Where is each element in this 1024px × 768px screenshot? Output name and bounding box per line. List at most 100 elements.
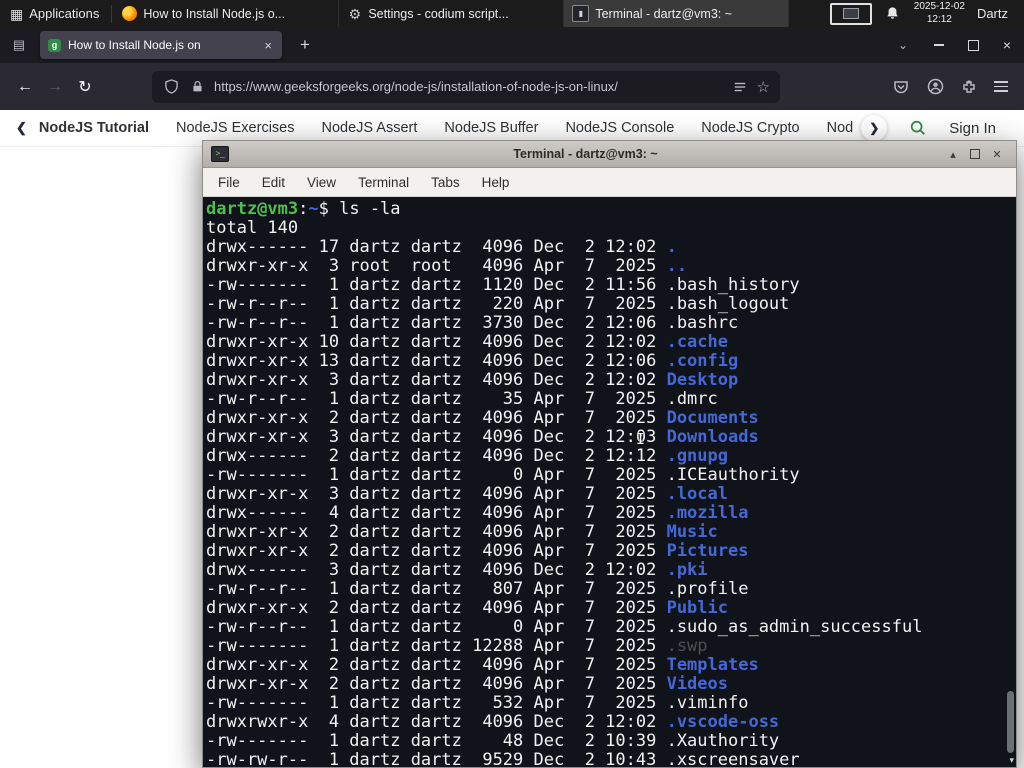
tab-close-icon[interactable]: ×	[262, 37, 274, 54]
reload-button[interactable]: ↻	[70, 72, 100, 102]
site-nav-item[interactable]: NodeJS Tutorial	[39, 120, 149, 136]
reader-view-icon[interactable]	[731, 78, 749, 96]
taskbar-button-label: How to Install Node.js o...	[143, 6, 286, 21]
back-button[interactable]: ←	[10, 72, 40, 102]
browser-tab[interactable]: g How to Install Node.js on ×	[40, 31, 282, 59]
terminal-line: drwxr-xr-x 3 dartz dartz 4096 Apr 7 2025…	[206, 484, 728, 504]
terminal-line: -rw------- 1 dartz dartz 48 Dec 2 10:39 …	[206, 731, 780, 751]
site-nav-item[interactable]: NodeJS Assert	[321, 120, 417, 136]
terminal-title: Terminal - dartz@vm3: ~	[513, 147, 658, 161]
terminal-app-icon: >_	[211, 146, 229, 162]
account-icon[interactable]	[926, 78, 944, 96]
terminal-titlebar[interactable]: >_ Terminal - dartz@vm3: ~ ▴ ✕	[203, 141, 1016, 168]
terminal-task-icon: ▮	[572, 5, 590, 22]
browser-nav-toolbar: ← → ↻ https://www.geeksforgeeks.org/node…	[0, 63, 1024, 110]
terminal-line: drwxr-xr-x 13 dartz dartz 4096 Dec 2 12:…	[206, 351, 739, 371]
applications-grid-icon: ▦	[10, 5, 24, 22]
clock-time: 12:12	[926, 13, 952, 25]
pager-window-icon	[842, 8, 859, 19]
notification-bell-icon[interactable]	[884, 5, 902, 23]
search-icon[interactable]	[909, 119, 927, 137]
terminal-scroll-arrow-icon[interactable]: ▾	[1009, 756, 1014, 765]
terminal-line: drwxr-xr-x 3 dartz dartz 4096 Dec 2 12:0…	[206, 370, 739, 390]
terminal-minimize-button[interactable]: ▴	[942, 145, 964, 163]
terminal-line: -rw-r--r-- 1 dartz dartz 3730 Dec 2 12:0…	[206, 313, 739, 333]
tracking-shield-icon[interactable]	[162, 78, 180, 96]
firefox-view-icon[interactable]: ▤	[6, 32, 32, 58]
terminal-menu-item[interactable]: Terminal	[349, 172, 418, 193]
menu-icon[interactable]	[994, 80, 1008, 93]
terminal-menu-item[interactable]: Tabs	[422, 172, 469, 193]
site-nav-item[interactable]: NodeJS Crypto	[701, 120, 799, 136]
lock-icon[interactable]	[188, 78, 206, 96]
clock-date: 2025-12-02	[913, 1, 965, 12]
terminal-menu-item[interactable]: Help	[473, 172, 519, 193]
terminal-line: drwx------ 2 dartz dartz 4096 Dec 2 12:1…	[206, 446, 728, 466]
site-nav-item[interactable]: NodeJS Console	[565, 120, 674, 136]
tab-title: How to Install Node.js on	[68, 38, 201, 52]
terminal-line: drwxr-xr-x 2 dartz dartz 4096 Apr 7 2025…	[206, 655, 759, 675]
terminal-line: drwxr-xr-x 10 dartz dartz 4096 Dec 2 12:…	[206, 332, 728, 352]
terminal-menu-item[interactable]: File	[209, 172, 249, 193]
terminal-line: drwxr-xr-x 2 dartz dartz 4096 Apr 7 2025…	[206, 408, 759, 428]
terminal-line: -rw------- 1 dartz dartz 12288 Apr 7 202…	[206, 636, 708, 656]
applications-menu-button[interactable]: ▦ Applications	[0, 0, 109, 27]
url-bar[interactable]: https://www.geeksforgeeks.org/node-js/in…	[152, 70, 780, 103]
panel-tasks: How to Install Node.js o... ⚙ Settings - c…	[114, 0, 819, 27]
window-minimize-button[interactable]	[922, 30, 956, 60]
site-nav-item[interactable]: NodeJS Exercises	[176, 120, 294, 136]
terminal-line: drwx------ 4 dartz dartz 4096 Apr 7 2025…	[206, 503, 749, 523]
terminal-line: dartz@vm3:~$ ls -la	[206, 199, 401, 219]
terminal-line: -rw------- 1 dartz dartz 532 Apr 7 2025 …	[206, 693, 749, 713]
terminal-line: -rw-r--r-- 1 dartz dartz 0 Apr 7 2025 .s…	[206, 617, 923, 637]
terminal-close-button[interactable]: ✕	[986, 145, 1008, 163]
extensions-icon[interactable]	[960, 78, 978, 96]
terminal-menu-item[interactable]: View	[298, 172, 345, 193]
applications-label: Applications	[29, 6, 100, 21]
terminal-output: dartz@vm3:~$ ls -la total 140 drwx------ 1…	[206, 199, 1016, 768]
terminal-maximize-button[interactable]	[964, 145, 986, 163]
terminal-line: drwxr-xr-x 2 dartz dartz 4096 Apr 7 2025…	[206, 674, 728, 694]
window-close-button[interactable]: ×	[990, 30, 1024, 60]
taskbar-button[interactable]: How to Install Node.js o...	[114, 0, 340, 27]
bookmark-star-icon[interactable]: ☆	[757, 78, 770, 96]
terminal-scrollbar-thumb[interactable]	[1007, 691, 1014, 753]
panel-username: Dartz	[976, 6, 1008, 21]
nav-scroll-right-icon[interactable]: ❯	[861, 115, 888, 141]
terminal-line: drwxr-xr-x 2 dartz dartz 4096 Apr 7 2025…	[206, 522, 718, 542]
terminal-line: -rw------- 1 dartz dartz 1120 Dec 2 11:5…	[206, 275, 800, 295]
terminal-line: total 140	[206, 218, 299, 238]
sign-in-button[interactable]: Sign In	[949, 120, 996, 137]
taskbar-button[interactable]: ⚙ Settings - codium script...	[339, 0, 565, 27]
site-nav-items: NodeJS Tutorial NodeJS Exercises NodeJS As…	[39, 120, 853, 136]
window-restore-button[interactable]	[956, 30, 990, 60]
panel-separator	[111, 4, 113, 23]
tab-favicon: g	[48, 38, 61, 52]
pocket-icon[interactable]	[892, 78, 910, 96]
terminal-menubar: File Edit View Terminal Tabs Help	[203, 168, 1016, 197]
terminal-line: drwxr-xr-x 3 dartz dartz 4096 Dec 2 12:0…	[206, 427, 759, 447]
new-tab-button[interactable]: +	[292, 33, 318, 57]
terminal-line: drwx------ 3 dartz dartz 4096 Dec 2 12:0…	[206, 560, 708, 580]
panel-clock[interactable]: 2025-12-02 12:12	[914, 1, 965, 26]
terminal-line: drwxr-xr-x 2 dartz dartz 4096 Apr 7 2025…	[206, 541, 749, 561]
taskbar-button[interactable]: ▮ Terminal - dartz@vm3: ~	[564, 0, 790, 27]
workspace-pager[interactable]	[829, 2, 872, 25]
desktop-panel: ▦ Applications How to Install Node.js o.…	[0, 0, 1024, 27]
site-nav-item[interactable]: NodeJS Buffer	[444, 120, 538, 136]
terminal-line: drwx------ 17 dartz dartz 4096 Dec 2 12:…	[206, 237, 677, 257]
list-all-tabs-icon[interactable]: ⌄	[884, 38, 922, 52]
terminal-line: -rw-rw-r-- 1 dartz dartz 9529 Dec 2 10:4…	[206, 750, 800, 768]
terminal-window: >_ Terminal - dartz@vm3: ~ ▴ ✕ File Edit V…	[202, 140, 1017, 768]
browser-tab-bar: ▤ g How to Install Node.js on × + ⌄ ×	[0, 27, 1024, 63]
site-nav-item[interactable]: NodeJS DNS	[827, 120, 854, 136]
terminal-line: drwxr-xr-x 2 dartz dartz 4096 Apr 7 2025…	[206, 598, 728, 618]
taskbar-button-label: Settings - codium script...	[368, 6, 509, 21]
terminal-body[interactable]: dartz@vm3:~$ ls -la total 140 drwx------ 1…	[203, 197, 1016, 767]
terminal-menu-item[interactable]: Edit	[253, 172, 294, 193]
terminal-line: -rw-r--r-- 1 dartz dartz 35 Apr 7 2025 .…	[206, 389, 718, 409]
forward-button[interactable]: →	[40, 72, 70, 102]
terminal-line: -rw-r--r-- 1 dartz dartz 220 Apr 7 2025 …	[206, 294, 790, 314]
terminal-line: -rw------- 1 dartz dartz 0 Apr 7 2025 .I…	[206, 465, 800, 485]
nav-scroll-left-icon[interactable]: ❮	[12, 120, 31, 136]
